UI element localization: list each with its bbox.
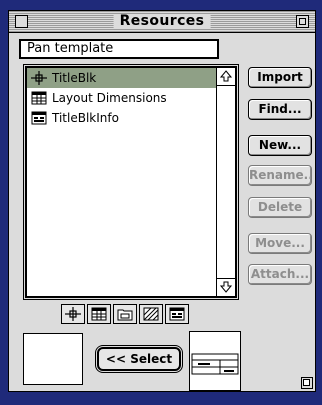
type-button-hatch[interactable] [139,304,163,324]
list-item-label: TitleBlkInfo [52,111,119,125]
import-button[interactable]: Import [248,67,312,88]
hatch-icon [143,307,159,321]
titleblock-preview [189,331,241,391]
crosshair-icon [65,307,81,321]
zoom-box[interactable] [296,15,309,28]
list-item[interactable]: TitleBlkInfo [27,108,217,128]
select-button[interactable]: << Select [97,347,181,371]
folder-icon [117,309,133,321]
move-button[interactable]: Move... [248,233,312,254]
list-item-label: Layout Dimensions [52,91,167,105]
titleblock-info-icon [169,307,185,321]
type-button-symbol[interactable] [61,304,85,324]
scroll-down-arrow-icon[interactable] [217,278,235,296]
type-button-folder[interactable] [113,304,137,324]
resource-type-bar [61,304,209,324]
close-box[interactable] [15,15,28,28]
grow-box[interactable] [301,377,313,389]
table-icon [91,307,107,321]
titleblock-preview-icon [191,353,239,375]
table-icon [31,91,47,105]
rename-button[interactable]: Rename... [248,165,312,186]
new-button[interactable]: New... [248,135,312,156]
list-item[interactable]: Layout Dimensions [27,88,217,108]
titleblock-info-icon [31,111,47,125]
attach-button[interactable]: Attach... [248,264,312,285]
crosshair-icon [31,71,47,85]
type-button-titleblock-info[interactable] [165,304,189,324]
list-item-label: TitleBlk [52,71,97,85]
resources-window: Resources Pan template TitleBlk Layout D… [8,10,316,392]
title-bar[interactable]: Resources [9,11,315,33]
type-button-table[interactable] [87,304,111,324]
template-name-field[interactable]: Pan template [19,39,219,59]
window-title: Resources [113,14,211,29]
list-item[interactable]: TitleBlk [27,68,217,88]
find-button[interactable]: Find... [248,99,312,120]
preview-box-left [23,333,83,385]
scroll-up-arrow-icon[interactable] [217,68,235,86]
list-scrollbar[interactable] [216,68,235,296]
delete-button[interactable]: Delete [248,197,312,218]
resource-list: TitleBlk Layout Dimensions TitleBlkInfo [25,66,237,298]
